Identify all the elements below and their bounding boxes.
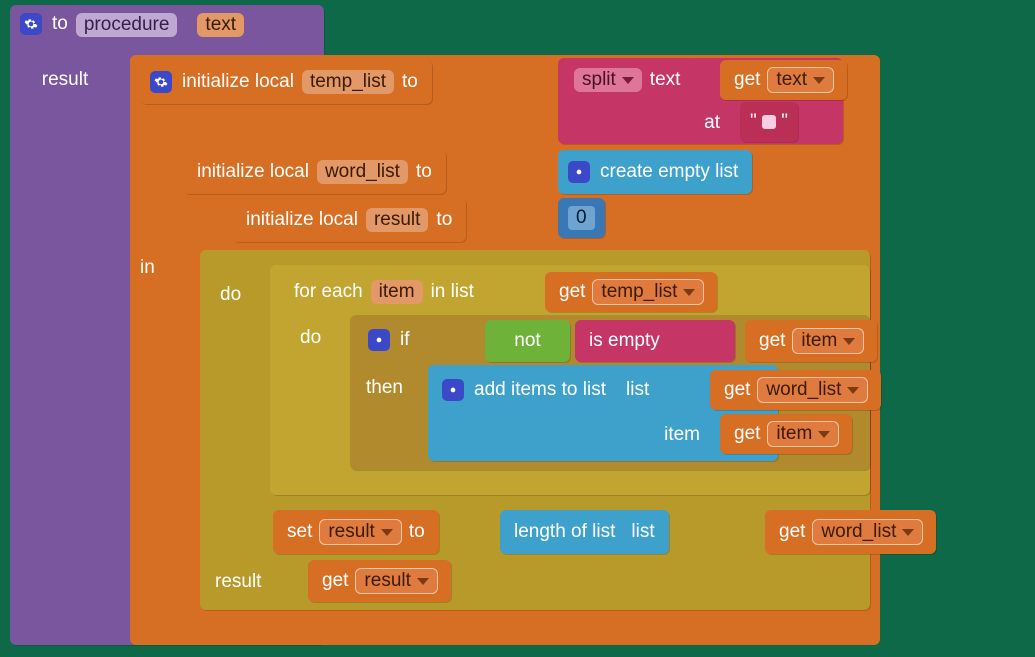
if-kw: if bbox=[400, 329, 410, 351]
get-kw: get bbox=[724, 379, 750, 401]
is-empty-block[interactable]: is empty bbox=[575, 320, 735, 362]
split-at-kw: at bbox=[650, 104, 730, 142]
proc-param[interactable]: text bbox=[197, 13, 244, 37]
var-temp-list[interactable]: temp_list bbox=[302, 70, 394, 94]
if-header: if bbox=[358, 320, 424, 360]
do-keyword: do bbox=[210, 278, 251, 312]
get-kw: get bbox=[734, 423, 760, 445]
var-word-list-dd[interactable]: word_list bbox=[812, 519, 923, 545]
split-literal-slot[interactable] bbox=[762, 115, 776, 129]
to-kw: to bbox=[409, 521, 425, 543]
item-kw: item bbox=[640, 416, 710, 454]
split-row1: split text bbox=[560, 60, 694, 100]
get-item-1[interactable]: get item bbox=[745, 320, 877, 362]
get-kw: get bbox=[779, 521, 805, 543]
do-keyword: do bbox=[290, 320, 331, 356]
not-block[interactable]: not bbox=[485, 320, 570, 362]
result-keyword: result bbox=[205, 562, 271, 602]
var-text[interactable]: text bbox=[767, 67, 834, 93]
get-kw: get bbox=[759, 330, 785, 352]
var-result[interactable]: result bbox=[366, 208, 428, 232]
get-kw: get bbox=[559, 281, 585, 303]
for-each-label: for each bbox=[294, 281, 363, 303]
var-item-dd[interactable]: item bbox=[767, 421, 839, 447]
to-label: to bbox=[436, 209, 452, 231]
split-text-kw: text bbox=[650, 69, 681, 91]
split-dropdown[interactable]: split bbox=[574, 68, 642, 92]
in-list-label: in list bbox=[431, 281, 474, 303]
init-row-1: initialize local temp_list to bbox=[140, 60, 432, 104]
var-item[interactable]: item bbox=[371, 280, 423, 304]
add-items-row1: add items to list list bbox=[432, 370, 663, 410]
var-result-dd[interactable]: result bbox=[319, 519, 401, 545]
gear-icon[interactable] bbox=[20, 13, 42, 35]
gear-icon[interactable] bbox=[568, 161, 590, 183]
length-of-list-block[interactable]: length of list list bbox=[500, 510, 669, 554]
set-kw: set bbox=[287, 521, 312, 543]
list-kw: list bbox=[631, 521, 654, 543]
get-text-block[interactable]: get text bbox=[720, 60, 847, 100]
get-kw: get bbox=[734, 69, 760, 91]
split-literal[interactable]: " " bbox=[740, 102, 798, 142]
get-word-list-1[interactable]: get word_list bbox=[710, 370, 881, 410]
number-zero[interactable]: 0 bbox=[558, 198, 605, 238]
var-temp-list-dd[interactable]: temp_list bbox=[592, 279, 704, 305]
var-item-dd[interactable]: item bbox=[792, 328, 864, 354]
get-word-list-2[interactable]: get word_list bbox=[765, 510, 936, 554]
list-kw: list bbox=[626, 379, 649, 401]
init-row-2: initialize local word_list to bbox=[183, 150, 446, 194]
result-keyword: result bbox=[10, 60, 120, 100]
get-temp-list[interactable]: get temp_list bbox=[545, 272, 717, 312]
proc-name[interactable]: procedure bbox=[76, 13, 178, 37]
get-kw: get bbox=[322, 570, 348, 592]
init-row-3: initialize local result to bbox=[232, 198, 466, 242]
var-word-list-dd[interactable]: word_list bbox=[757, 377, 868, 403]
length-label: length of list bbox=[514, 521, 615, 543]
is-empty-label: is empty bbox=[589, 330, 660, 352]
to-label: to bbox=[416, 161, 432, 183]
get-item-2[interactable]: get item bbox=[720, 414, 852, 454]
get-result[interactable]: get result bbox=[308, 560, 451, 602]
to-label: to bbox=[402, 71, 418, 93]
gear-icon[interactable] bbox=[368, 329, 390, 351]
in-keyword: in bbox=[130, 250, 165, 286]
gear-icon[interactable] bbox=[150, 71, 172, 93]
create-empty-label: create empty list bbox=[600, 161, 738, 183]
then-kw: then bbox=[356, 370, 413, 406]
init-label: initialize local bbox=[197, 161, 309, 183]
var-result-dd[interactable]: result bbox=[355, 568, 437, 594]
var-word-list[interactable]: word_list bbox=[317, 160, 408, 184]
set-result-block[interactable]: set result to bbox=[273, 510, 439, 554]
create-empty-list[interactable]: create empty list bbox=[558, 150, 752, 194]
init-label: initialize local bbox=[246, 209, 358, 231]
for-each-header: for each item in list bbox=[280, 272, 488, 312]
gear-icon[interactable] bbox=[442, 379, 464, 401]
init-label: initialize local bbox=[182, 71, 294, 93]
add-items-label: add items to list bbox=[474, 379, 606, 401]
to-label: to bbox=[52, 13, 68, 35]
num-value[interactable]: 0 bbox=[568, 206, 595, 230]
